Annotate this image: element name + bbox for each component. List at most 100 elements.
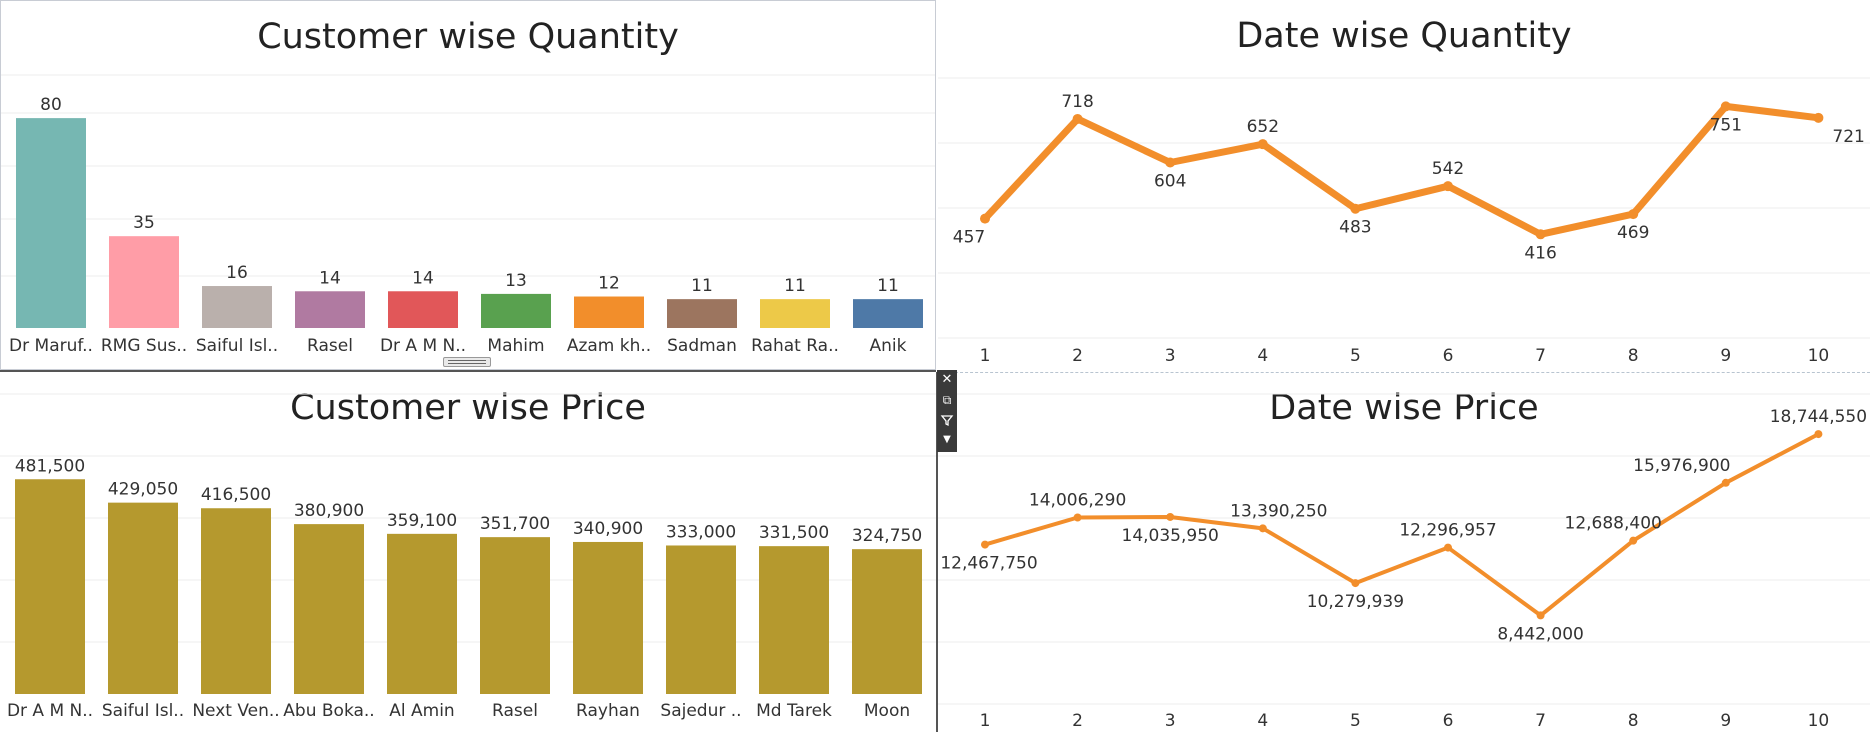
series-line xyxy=(981,102,1822,238)
bar xyxy=(481,293,551,328)
data-point xyxy=(1072,113,1083,124)
data-label: 12,467,750 xyxy=(940,554,1037,574)
category-label: Azam kh.. xyxy=(567,336,651,356)
customer-quantity-panel[interactable]: Customer wise Quantity 80 Dr Maruf.. 35 RMG… xyxy=(0,0,936,370)
x-tick-label: 5 xyxy=(1350,346,1361,366)
x-tick-label: 3 xyxy=(1165,711,1176,731)
data-label: 333,000 xyxy=(666,522,736,542)
category-label: Dr A M N.. xyxy=(380,336,466,356)
filter-icon[interactable] xyxy=(937,410,957,430)
worksheet-toolbar: ✕ ⧉ ▼ xyxy=(937,370,957,452)
data-point xyxy=(1628,209,1639,220)
x-tick-label: 3 xyxy=(1165,346,1176,366)
bar xyxy=(853,299,923,328)
data-label: 14,006,290 xyxy=(1029,490,1126,510)
data-label: 15,976,900 xyxy=(1633,456,1730,476)
date-quantity-chart[interactable]: 457 1 718 2 604 3 652 4 483 5 542 6 416 7 469 8 751 9 721 1… xyxy=(938,0,1870,370)
data-point xyxy=(1720,101,1731,112)
x-tick-label: 1 xyxy=(980,346,991,366)
bar xyxy=(388,291,458,328)
bar xyxy=(574,296,644,328)
data-point xyxy=(1629,536,1638,545)
data-label: 380,900 xyxy=(294,501,364,521)
data-label: 751 xyxy=(1710,115,1742,135)
bar xyxy=(760,299,830,328)
data-label: 416,500 xyxy=(201,485,271,505)
bar xyxy=(15,479,85,694)
data-label: 483 xyxy=(1339,218,1371,238)
data-point xyxy=(1536,611,1545,620)
data-label: 604 xyxy=(1154,172,1186,192)
bar xyxy=(852,549,922,694)
x-tick-label: 7 xyxy=(1535,346,1546,366)
x-tick-label: 1 xyxy=(980,711,991,731)
x-tick-label: 8 xyxy=(1628,711,1639,731)
data-label: 359,100 xyxy=(387,511,457,531)
data-label: 11 xyxy=(691,276,713,296)
data-point xyxy=(981,540,989,549)
bar xyxy=(16,118,86,328)
dropdown-arrow-icon[interactable]: ▼ xyxy=(937,430,957,450)
data-point xyxy=(980,213,990,224)
x-tick-label: 2 xyxy=(1072,346,1083,366)
data-label: 542 xyxy=(1432,159,1464,179)
bar xyxy=(201,508,271,694)
data-label: 12,688,400 xyxy=(1565,514,1662,534)
data-point xyxy=(1535,229,1546,240)
panel-divider-horizontal xyxy=(0,370,936,372)
category-label: Dr A M N.. xyxy=(7,701,93,721)
data-point xyxy=(1443,181,1453,192)
data-label: 429,050 xyxy=(108,480,178,500)
data-point xyxy=(1073,513,1082,522)
bar xyxy=(573,541,643,694)
category-label: Moon xyxy=(864,701,910,721)
bar xyxy=(666,545,736,694)
data-point xyxy=(1351,579,1360,588)
panel-divider-dashed xyxy=(940,372,1870,373)
data-label: 80 xyxy=(40,95,62,115)
date-price-chart[interactable]: 12,467,750 1 14,006,290 2 14,035,950 3 13,390,… xyxy=(938,372,1870,732)
data-label: 481,500 xyxy=(15,456,85,476)
x-tick-label: 10 xyxy=(1808,346,1830,366)
bar xyxy=(202,286,272,328)
date-quantity-panel[interactable]: Date wise Quantity 457 1 718 2 604 3 652 4 483 5 5… xyxy=(938,0,1870,370)
x-tick-label: 9 xyxy=(1720,346,1731,366)
data-label: 12 xyxy=(598,274,620,294)
data-label: 324,750 xyxy=(852,526,922,546)
data-label: 12,296,957 xyxy=(1399,521,1496,541)
data-label: 14 xyxy=(319,268,341,288)
category-label: Dr Maruf.. xyxy=(9,336,93,356)
data-label: 14,035,950 xyxy=(1122,526,1219,546)
data-label: 10,279,939 xyxy=(1307,592,1404,612)
data-label: 13 xyxy=(505,271,527,291)
data-label: 652 xyxy=(1247,117,1279,137)
customer-quantity-chart[interactable]: 80 Dr Maruf.. 35 RMG Sus.. 16 Saiful Isl.. 14 R… xyxy=(1,1,936,370)
close-icon[interactable]: ✕ xyxy=(937,370,957,390)
data-label: 721 xyxy=(1832,127,1864,147)
category-label: Sadman xyxy=(667,336,737,356)
date-price-panel[interactable]: Date wise Price 12,467,750 1 14,006,290 2 14… xyxy=(938,372,1870,732)
data-point xyxy=(1258,524,1267,533)
external-open-icon[interactable]: ⧉ xyxy=(937,390,957,410)
data-label: 331,500 xyxy=(759,523,829,543)
customer-price-chart[interactable]: 481,500 Dr A M N.. 429,050 Saiful Isl.. 416,… xyxy=(0,372,936,732)
bar xyxy=(759,546,829,694)
data-label: 718 xyxy=(1061,92,1093,112)
data-point xyxy=(1444,543,1452,552)
data-label: 416 xyxy=(1524,243,1556,263)
category-label: Rayhan xyxy=(576,701,640,721)
dashboard: Customer wise Quantity 80 Dr Maruf.. 35 RMG… xyxy=(0,0,1870,732)
data-label: 11 xyxy=(877,276,899,296)
data-label: 14 xyxy=(412,268,434,288)
data-point xyxy=(1165,157,1176,168)
category-label: Anik xyxy=(870,336,907,356)
bar xyxy=(480,537,550,694)
category-label: Rasel xyxy=(492,701,538,721)
x-tick-label: 6 xyxy=(1443,711,1454,731)
data-point xyxy=(1350,203,1361,214)
x-tick-label: 10 xyxy=(1808,711,1830,731)
customer-price-panel[interactable]: Customer wise Price 481,500 Dr A M N.. 429… xyxy=(0,372,936,732)
resize-handle[interactable] xyxy=(443,357,491,367)
category-label: Saiful Isl.. xyxy=(196,336,278,356)
bar xyxy=(295,291,365,328)
